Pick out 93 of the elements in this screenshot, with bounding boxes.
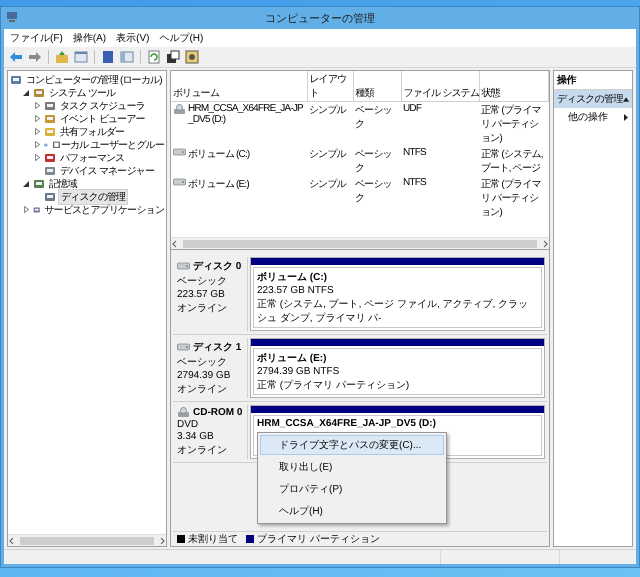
menu-item[interactable]: 操作(A) <box>72 31 106 45</box>
table-cell: ベーシック <box>355 149 392 174</box>
scroll-left-icon[interactable] <box>8 536 16 544</box>
disk-size: 2794.39 GB <box>177 370 232 381</box>
toolbar-button[interactable] <box>165 49 181 65</box>
tree-item[interactable]: コンピューターの管理 (ローカル) <box>24 72 164 86</box>
disk-status: オンライン <box>177 383 228 396</box>
table-cell: 正常 (プライマリ パーティション) <box>481 105 541 144</box>
up-folder-icon <box>55 50 69 64</box>
disk-name: ディスク 1 <box>193 341 242 354</box>
tree-item[interactable]: サービスとアプリケーション <box>42 202 166 216</box>
scroll-right-icon[interactable] <box>158 536 166 544</box>
menu-item[interactable]: ファイル(F) <box>10 31 63 45</box>
tree-item[interactable]: ディスクの管理 <box>58 188 128 204</box>
partition-size: 223.57 GB NTFS <box>257 285 335 296</box>
table-cell: NTFS <box>403 177 426 188</box>
disk-drive-icon <box>173 148 186 156</box>
refresh-icon <box>147 50 161 64</box>
tree-item[interactable]: 共有フォルダー <box>58 124 126 138</box>
partition-block[interactable]: ボリューム (C:) 223.57 GB NTFS 正常 (システム, ブート, ページ ファイル, アクティブ, クラッシュ ダンプ, プライマリ パ- <box>250 257 545 331</box>
menu-item[interactable]: 表示(V) <box>116 31 150 45</box>
legend-label: 未割り当て <box>188 532 238 546</box>
horizontal-scrollbar[interactable] <box>8 534 166 546</box>
table-cell: ベーシック <box>355 179 392 204</box>
disk-size: 3.34 GB <box>177 431 215 442</box>
disk-type: ベーシック <box>177 356 228 369</box>
collapsed-arrow-icon[interactable] <box>24 206 28 213</box>
column-header[interactable]: 状態 <box>479 71 548 102</box>
expanded-arrow-icon[interactable] <box>23 90 29 96</box>
window-title: コンピューターの管理 <box>265 12 375 26</box>
disk-name: ディスク 0 <box>193 260 242 273</box>
tree-item[interactable]: 記憶域 <box>47 176 79 190</box>
partition-block[interactable]: ボリューム (E:) 2794.39 GB NTFS 正常 (プライマリ パーティション) <box>250 338 545 398</box>
disk-type: DVD <box>177 419 200 430</box>
tree-item[interactable]: システム ツール <box>47 86 118 100</box>
back-arrow-icon <box>9 50 23 64</box>
horizontal-scrollbar[interactable] <box>171 237 549 249</box>
scroll-right-icon[interactable] <box>541 240 549 248</box>
forward-arrow-icon <box>28 50 42 64</box>
table-cell: ベーシック <box>355 105 392 130</box>
tree-item[interactable]: タスク スケジューラ <box>58 98 147 112</box>
disk-drive-icon <box>173 178 186 186</box>
menu-item[interactable]: 取り出し(E) <box>260 457 444 477</box>
menu-item[interactable]: ヘルプ(H) <box>260 501 444 521</box>
menu-item[interactable]: ヘルプ(H) <box>159 31 204 45</box>
table-cell-text: ボリューム (C:) <box>188 148 250 161</box>
tree-item[interactable]: イベント ビューアー <box>58 112 147 126</box>
partition-status: 正常 (システム, ブート, ページ ファイル, アクティブ, クラッシュ ダンプ, プライマリ パ- <box>257 298 530 325</box>
partition-name: HRM_CCSA_X64FRE_JA-JP_DV5 (D:) <box>257 418 437 429</box>
submenu-arrow-icon <box>624 114 628 120</box>
disk-size: 223.57 GB <box>177 289 226 300</box>
table-cell: NTFS <box>403 147 426 158</box>
partition-size: 2794.39 GB NTFS <box>257 366 340 377</box>
expanded-arrow-icon[interactable] <box>23 180 29 186</box>
actions-section[interactable]: ディスクの管理 <box>554 90 632 108</box>
cd-drive-icon <box>177 407 190 418</box>
disk-status: オンライン <box>177 302 228 315</box>
disk-drive-icon <box>177 262 190 270</box>
pane-icon <box>74 50 88 64</box>
menu-item[interactable]: ドライブ文字とパスの変更(C)... <box>260 435 444 455</box>
disk-type: ベーシック <box>177 275 228 288</box>
legend-label: プライマリ パーティション <box>257 532 380 546</box>
tree-item[interactable]: ローカル ユーザーとグルー <box>50 138 166 152</box>
scroll-left-icon[interactable] <box>171 240 179 248</box>
table-cell-text: HRM_CCSA_X64FRE_JA-JP_DV5 (D:) <box>188 103 304 125</box>
column-header[interactable]: 種類 <box>353 71 401 102</box>
properties-icon <box>166 50 180 64</box>
collapsed-arrow-icon[interactable] <box>34 128 40 135</box>
pane-icon <box>120 50 134 64</box>
partition-status: 正常 (プライマリ パーティション) <box>257 378 410 392</box>
disk-status: オンライン <box>177 444 228 457</box>
action-item[interactable]: 他の操作 <box>554 108 632 126</box>
tree-item[interactable]: パフォーマンス <box>58 150 126 164</box>
disk-name: CD-ROM 0 <box>193 407 242 418</box>
collapsed-arrow-icon[interactable] <box>34 154 40 161</box>
partition-name: ボリューム (C:) <box>257 271 328 284</box>
disk-drive-icon <box>177 343 190 351</box>
table-cell: 正常 (プライマリ パーティション) <box>481 179 541 218</box>
column-header[interactable]: ボリューム <box>171 71 307 102</box>
table-cell: UDF <box>403 103 422 114</box>
column-header[interactable]: レイアウト <box>307 71 353 102</box>
partition-name: ボリューム (E:) <box>257 352 328 365</box>
menu-item[interactable]: プロパティ(P) <box>260 479 444 499</box>
table-cell: シンプル <box>309 149 346 160</box>
collapsed-arrow-icon[interactable] <box>34 102 40 109</box>
table-cell: シンプル <box>309 105 346 116</box>
collapsed-arrow-icon[interactable] <box>34 115 40 122</box>
table-cell: シンプル <box>309 179 346 190</box>
collapsed-arrow-icon[interactable] <box>34 141 40 148</box>
table-cell-text: ボリューム (E:) <box>188 178 249 191</box>
tree-item[interactable]: デバイス マネージャー <box>58 164 156 178</box>
table-cell: 正常 (システム, ブート, ページ <box>481 149 543 174</box>
column-header[interactable]: ファイル システム <box>401 71 479 102</box>
